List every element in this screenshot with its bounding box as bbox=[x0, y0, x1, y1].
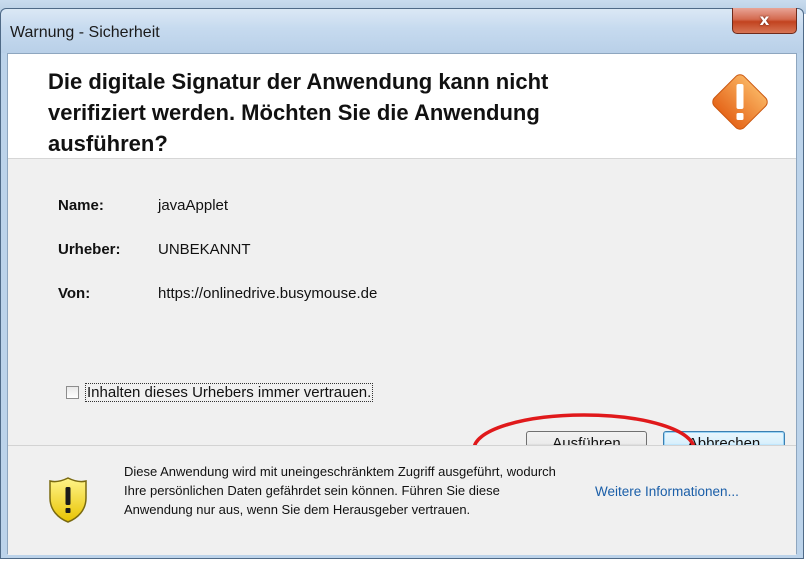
dialog-content: Die digitale Signatur der Anwendung kann… bbox=[7, 53, 797, 555]
close-button[interactable]: x bbox=[732, 8, 797, 34]
field-value: https://onlinedrive.busymouse.de bbox=[158, 285, 378, 302]
dialog-footer: Diese Anwendung wird mit uneingeschränkt… bbox=[8, 446, 796, 555]
trust-publisher-label[interactable]: Inhalten dieses Urhebers immer vertrauen… bbox=[85, 383, 374, 402]
field-from: Von: https://onlinedrive.busymouse.de bbox=[58, 285, 377, 302]
trust-publisher-row[interactable]: Inhalten dieses Urhebers immer vertrauen… bbox=[66, 383, 374, 402]
field-value: UNBEKANNT bbox=[158, 241, 251, 258]
dialog-header: Die digitale Signatur der Anwendung kann… bbox=[8, 54, 796, 159]
more-info-link[interactable]: Weitere Informationen... bbox=[595, 484, 739, 499]
field-publisher: Urheber: UNBEKANNT bbox=[58, 241, 251, 258]
field-value: javaApplet bbox=[158, 197, 229, 214]
trust-publisher-checkbox[interactable] bbox=[66, 386, 79, 399]
warning-diamond-icon bbox=[712, 74, 768, 130]
field-name: Name: javaApplet bbox=[58, 197, 228, 214]
title-bar[interactable]: Warnung - Sicherheit x bbox=[1, 8, 803, 53]
window-title: Warnung - Sicherheit bbox=[10, 24, 160, 41]
field-label: Name: bbox=[58, 197, 104, 214]
security-warning-dialog: Warnung - Sicherheit x Die digitale Sign… bbox=[0, 8, 804, 559]
close-icon: x bbox=[759, 11, 770, 29]
dialog-heading: Die digitale Signatur der Anwendung kann… bbox=[48, 69, 549, 156]
footer-warning-text: Diese Anwendung wird mit uneingeschränkt… bbox=[124, 464, 556, 517]
field-label: Urheber: bbox=[58, 241, 121, 258]
field-label: Von: bbox=[58, 285, 91, 302]
dialog-body: Name: javaApplet Urheber: UNBEKANNT Von: ht… bbox=[8, 159, 796, 485]
shield-warning-icon bbox=[49, 477, 87, 523]
